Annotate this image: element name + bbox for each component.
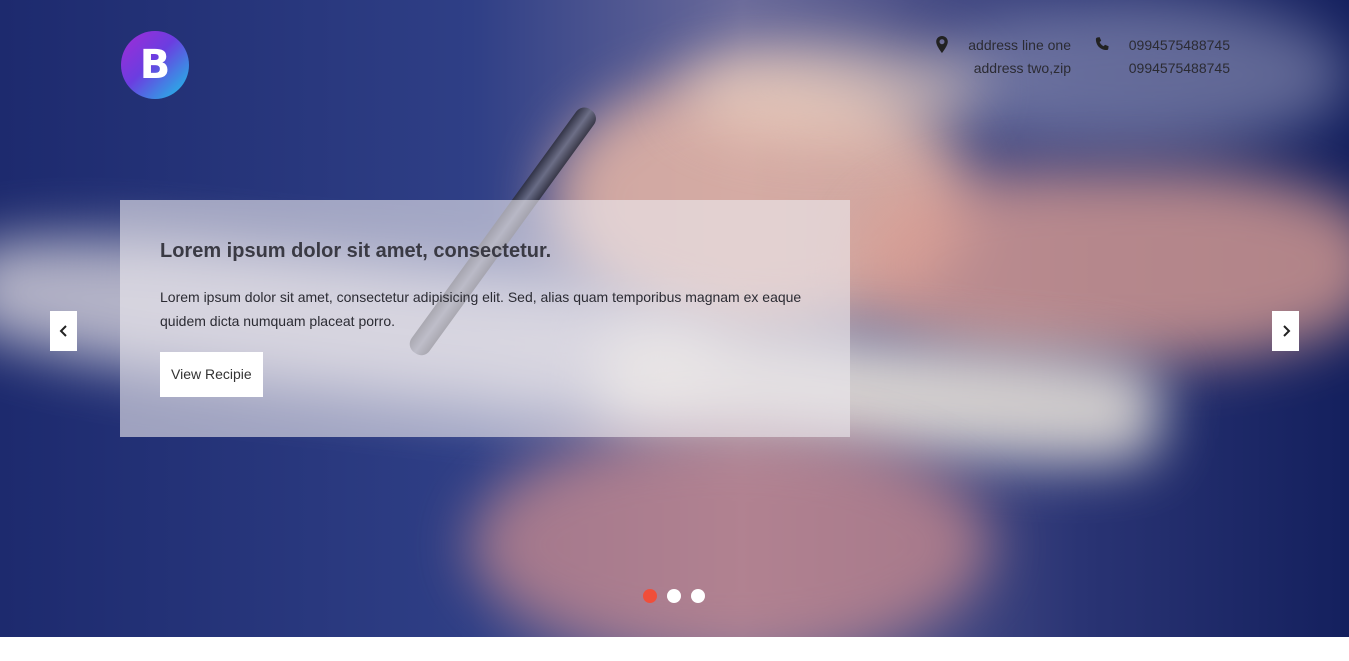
background-photo-region [470, 430, 990, 637]
brand-logo[interactable]: B [121, 31, 189, 99]
view-recipe-button[interactable]: View Recipie [160, 352, 263, 397]
slide-description: Lorem ipsum dolor sit amet, consectetur … [160, 289, 802, 329]
slide-title: Lorem ipsum dolor sit amet, consectetur. [160, 240, 552, 262]
carousel-indicator[interactable] [643, 589, 657, 603]
contact-address: address line one address two,zip [934, 34, 1071, 80]
chevron-right-icon [1282, 325, 1290, 337]
carousel-indicator[interactable] [667, 589, 681, 603]
carousel-indicators [643, 589, 705, 603]
phone-icon [1095, 37, 1109, 50]
contact-phone: 0994575488745 0994575488745 [1094, 34, 1230, 80]
logo-letter: B [139, 42, 171, 88]
hero-slider: B address line one address two,zip 09945… [0, 0, 1349, 637]
phone-line-two[interactable]: 0994575488745 [1094, 57, 1230, 80]
slide-caption: Lorem ipsum dolor sit amet, consectetur.… [120, 200, 850, 437]
map-pin-icon [936, 36, 948, 53]
phone-line-one[interactable]: 0994575488745 [1094, 34, 1230, 57]
chevron-left-icon [59, 325, 67, 337]
carousel-next-button[interactable] [1272, 311, 1299, 351]
carousel-indicator[interactable] [691, 589, 705, 603]
address-line-two: address two,zip [973, 60, 1071, 76]
address-line-one: address line one [968, 37, 1071, 53]
carousel-prev-button[interactable] [50, 311, 77, 351]
